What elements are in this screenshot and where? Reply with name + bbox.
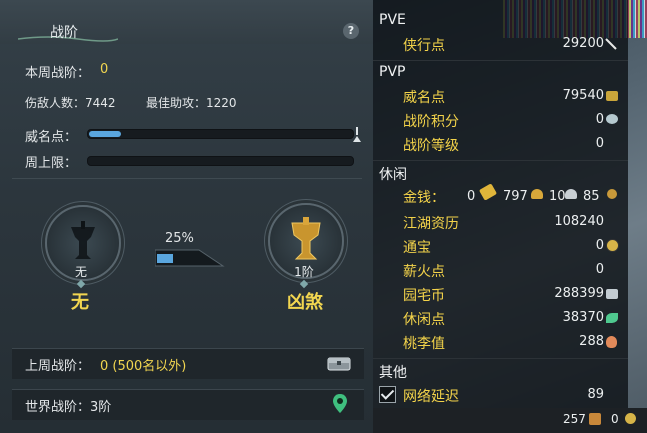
divider bbox=[12, 178, 362, 179]
bottom-count-b: 0 bbox=[611, 412, 619, 426]
leisure-label-0: 江湖资历 bbox=[403, 216, 459, 232]
pvp-header: PVP bbox=[379, 64, 406, 80]
leaf-icon bbox=[606, 313, 618, 323]
leisure-label-3: 园宅币 bbox=[403, 288, 445, 304]
gold-ingot-icon bbox=[531, 189, 543, 199]
weekly-cap-label: 周上限： bbox=[25, 156, 78, 171]
currency-panel: PVE 侠行点 29200 PVP 威名点 79540 战阶积分 0 战阶等级 … bbox=[373, 0, 647, 433]
other-label-0: 网络延迟 bbox=[403, 389, 459, 405]
pvp-value-2: 0 bbox=[595, 136, 604, 151]
divider bbox=[373, 358, 628, 359]
medal-diamond bbox=[299, 279, 309, 289]
chest-icon[interactable] bbox=[327, 355, 351, 371]
assist-stat: 最佳助攻：1220 bbox=[146, 96, 237, 110]
money-gold: 797 bbox=[503, 189, 528, 204]
pve-label-0: 侠行点 bbox=[403, 38, 445, 54]
next-medal-caption: 1阶 bbox=[294, 265, 314, 279]
leisure-label-2: 薪火点 bbox=[403, 264, 445, 280]
pve-header: PVE bbox=[379, 12, 406, 28]
leisure-label-1: 通宝 bbox=[403, 240, 431, 256]
panel-header: 战阶 ? bbox=[0, 0, 373, 44]
progress-arrow bbox=[155, 249, 225, 267]
rank-score-icon bbox=[606, 114, 618, 124]
coin-icon bbox=[625, 413, 636, 424]
leisure-label-4: 休闲点 bbox=[403, 312, 445, 328]
pvp-value-1: 0 bbox=[595, 112, 604, 127]
money-label: 金钱： bbox=[403, 190, 445, 206]
pvp-value-0: 79540 bbox=[562, 88, 604, 103]
week-rank-value: 0 bbox=[100, 62, 109, 77]
divider bbox=[373, 160, 628, 161]
leisure-value-5: 288 bbox=[579, 334, 604, 349]
last-week-label: 上周战阶： bbox=[25, 359, 91, 374]
leisure-value-2: 0 bbox=[595, 262, 604, 277]
tongbao-coin-icon bbox=[606, 239, 619, 252]
panel-title: 战阶 bbox=[50, 25, 78, 41]
divider bbox=[373, 60, 628, 61]
next-rank-name: 凶煞 bbox=[287, 292, 323, 313]
current-medal-caption: 无 bbox=[74, 265, 87, 279]
money-silver: 10 bbox=[549, 189, 566, 204]
boot-icon bbox=[589, 413, 601, 425]
prestige-icon bbox=[606, 91, 618, 101]
last-week-value: 0 (500名以外) bbox=[100, 359, 187, 374]
pvp-label-2: 战阶等级 bbox=[403, 138, 459, 154]
current-rank-name: 无 bbox=[71, 292, 89, 313]
map-pin-icon[interactable] bbox=[332, 393, 348, 415]
leisure-value-0: 108240 bbox=[554, 214, 604, 229]
cap-marker-icon bbox=[353, 127, 361, 142]
help-button[interactable]: ? bbox=[343, 23, 359, 39]
kills-stat: 伤敌人数：7442 bbox=[25, 96, 116, 110]
pvp-label-0: 威名点 bbox=[403, 90, 445, 106]
leisure-value-1: 0 bbox=[595, 238, 604, 253]
prestige-bar bbox=[87, 129, 354, 139]
copper-coin-icon bbox=[607, 189, 617, 199]
world-rank-label: 世界战阶：3阶 bbox=[25, 400, 112, 415]
progress-arrow-fill bbox=[157, 254, 173, 263]
peach-icon bbox=[606, 336, 617, 348]
pvp-label-1: 战阶积分 bbox=[403, 114, 459, 130]
other-value-0: 89 bbox=[587, 387, 604, 402]
leisure-value-4: 38370 bbox=[562, 310, 604, 325]
weekly-cap-bar bbox=[87, 156, 354, 166]
latency-checkbox[interactable] bbox=[379, 386, 396, 403]
week-rank-label: 本周战阶： bbox=[25, 66, 91, 81]
leisure-label-5: 桃李值 bbox=[403, 336, 445, 352]
other-header: 其他 bbox=[379, 365, 407, 381]
rank-panel: 战阶 ? 本周战阶： 0 伤敌人数：7442 最佳助攻：1220 威名点： 周上… bbox=[0, 0, 374, 433]
pve-value-0: 29200 bbox=[562, 36, 604, 51]
bottom-status-bar bbox=[373, 408, 647, 433]
bottom-count-a: 257 bbox=[563, 412, 586, 426]
money-gold-bar: 0 bbox=[467, 189, 476, 204]
progress-percent: 25% bbox=[165, 231, 194, 246]
brush-icon bbox=[605, 38, 617, 50]
leisure-header: 休闲 bbox=[379, 167, 407, 183]
leisure-value-3: 288399 bbox=[554, 286, 604, 301]
prestige-label: 威名点： bbox=[25, 130, 78, 145]
estate-coin-icon bbox=[606, 289, 618, 299]
money-copper: 85 bbox=[583, 189, 600, 204]
prestige-bar-fill bbox=[89, 131, 121, 137]
silver-ingot-icon bbox=[565, 189, 577, 199]
